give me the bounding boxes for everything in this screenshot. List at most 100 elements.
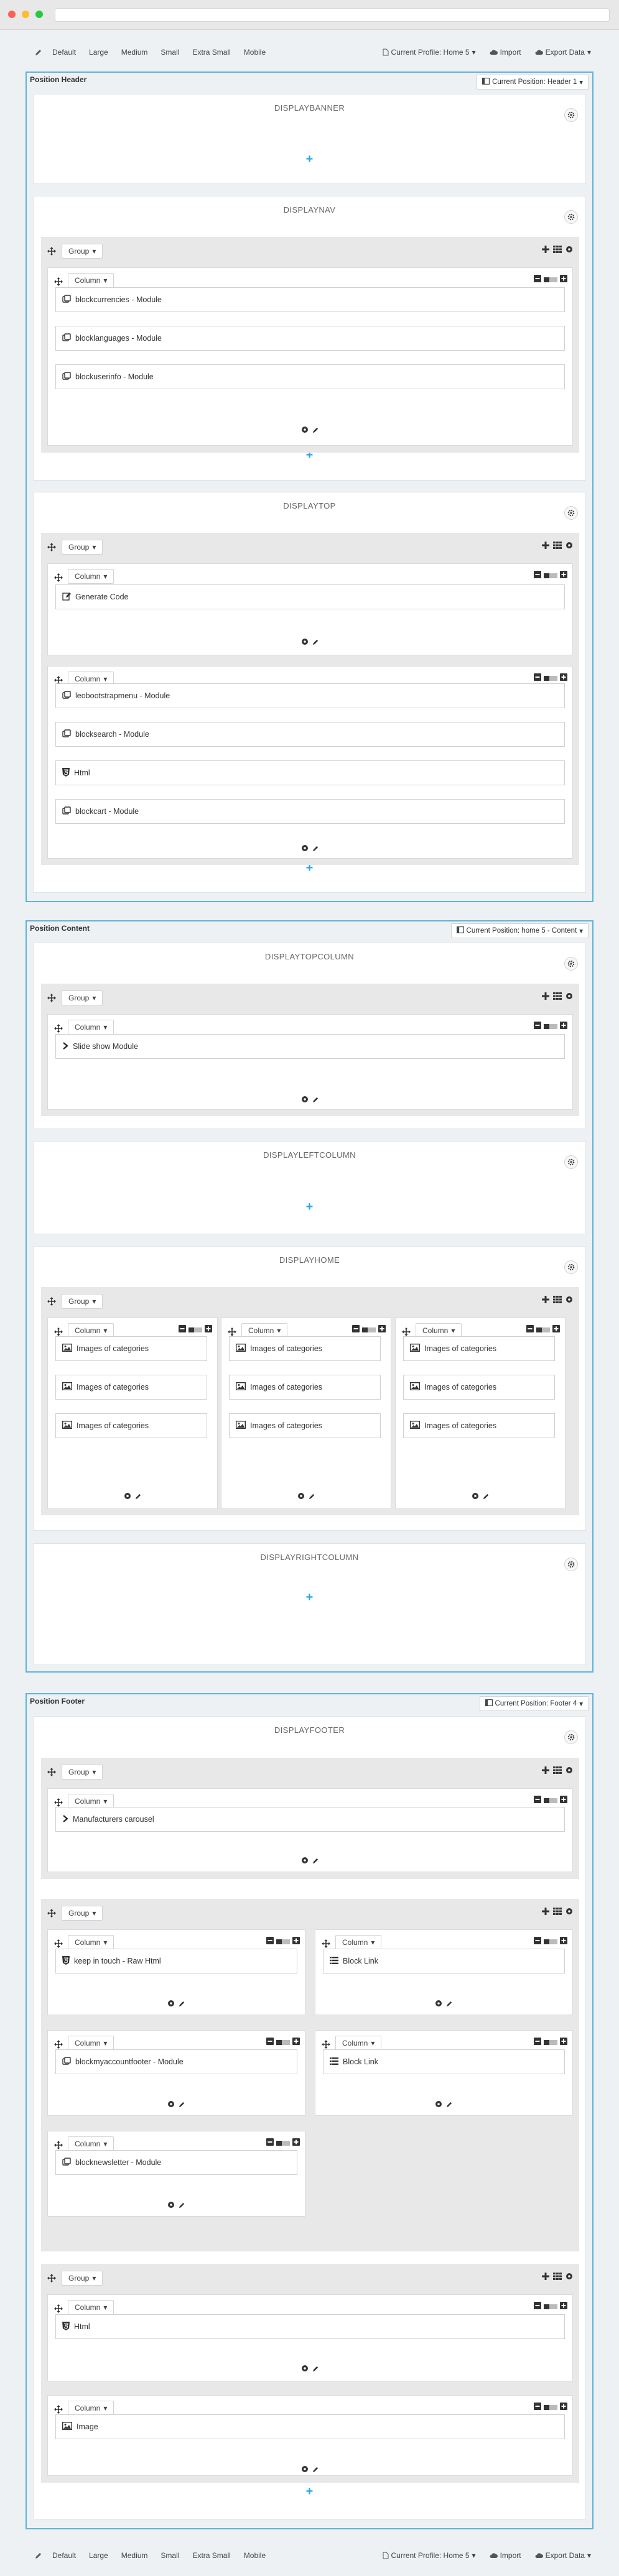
device-default[interactable]: Default [52,48,76,57]
group-settings-icon[interactable] [565,542,573,551]
column-layout-icon[interactable] [553,1766,562,1776]
add-widget-pen-icon[interactable] [312,427,319,435]
move-group-icon[interactable] [47,1908,57,1918]
device-default[interactable]: Default [52,2551,76,2560]
expand-column-icon[interactable] [378,1325,386,1334]
device-large[interactable]: Large [89,48,108,57]
hook-settings-gear-icon[interactable] [564,506,578,520]
group-dropdown[interactable]: Group ▾ [62,990,103,1005]
device-small[interactable]: Small [161,48,179,57]
column-dropdown[interactable]: Column ▾ [335,1935,382,1950]
module-item[interactable]: Manufacturers carousel [55,1807,565,1832]
device-small[interactable]: Small [161,2551,179,2560]
group-dropdown[interactable]: Group ▾ [62,2271,103,2286]
move-group-icon[interactable] [47,542,57,552]
column-dropdown[interactable]: Column ▾ [68,569,114,584]
column-dropdown[interactable]: Column ▾ [68,2036,114,2051]
add-widget-pen-icon[interactable] [312,845,319,854]
group-settings-icon[interactable] [565,1296,573,1305]
add-widget-pen-icon[interactable] [312,2365,319,2374]
column-layout-icon[interactable] [553,992,562,1002]
hook-settings-gear-icon[interactable] [564,108,578,122]
move-group-icon[interactable] [47,1296,57,1306]
hook-settings-gear-icon[interactable] [564,1558,578,1571]
module-item[interactable]: keep in touch - Raw Html [55,1949,297,1974]
module-item[interactable]: Images of categories [229,1413,381,1438]
column-settings-icon[interactable] [301,844,309,854]
module-item[interactable]: blockcart - Module [55,799,565,824]
add-widget-pen-icon[interactable] [309,1493,315,1502]
column-settings-icon[interactable] [435,2100,442,2110]
current-position-dropdown[interactable]: Current Position: Footer 4 ▾ [479,1696,589,1711]
move-column-icon[interactable] [54,1798,63,1807]
move-column-icon[interactable] [54,2140,63,2150]
group-settings-icon[interactable] [565,1766,573,1776]
add-group-button[interactable]: + [34,153,585,165]
add-widget-pen-icon[interactable] [179,2202,185,2210]
move-group-icon[interactable] [47,246,57,256]
column-settings-icon[interactable] [472,1492,479,1502]
profile-dropdown[interactable]: Current Profile: Home 5 ▾ [383,48,476,57]
module-item[interactable]: Images of categories [55,1375,207,1400]
expand-column-icon[interactable] [560,275,567,284]
add-widget-pen-icon[interactable] [312,2466,319,2475]
column-dropdown[interactable]: Column ▾ [68,273,114,288]
expand-column-icon[interactable] [560,673,567,683]
module-item[interactable]: blocknewsletter - Module [55,2150,297,2175]
shrink-column-icon[interactable] [534,1796,541,1805]
module-item[interactable]: blockmyaccountfooter - Module [55,2049,297,2074]
module-item[interactable]: Images of categories [403,1413,555,1438]
column-layout-icon[interactable] [553,1296,562,1305]
column-settings-icon[interactable] [301,1857,309,1866]
move-column-icon[interactable] [54,2304,63,2314]
close-window-icon[interactable] [8,11,16,18]
add-widget-pen-icon[interactable] [446,2000,453,2009]
add-group-button[interactable]: + [34,1591,585,1604]
add-group-button[interactable]: + [34,2485,585,2498]
column-layout-icon[interactable] [553,542,562,551]
group-dropdown[interactable]: Group ▾ [62,244,103,259]
add-widget-pen-icon[interactable] [446,2101,453,2110]
device-extra-small[interactable]: Extra Small [192,2551,230,2560]
shrink-column-icon[interactable] [534,275,541,284]
module-item[interactable]: blocklanguages - Module [55,326,565,351]
group-settings-icon[interactable] [565,2273,573,2282]
module-item[interactable]: Slide show Module [55,1034,565,1059]
device-medium[interactable]: Medium [121,2551,148,2560]
module-item[interactable]: blockuserinfo - Module [55,364,565,389]
column-dropdown[interactable]: Column ▾ [68,1020,114,1035]
column-dropdown[interactable]: Column ▾ [68,1935,114,1950]
group-dropdown[interactable]: Group ▾ [62,1906,103,1921]
hook-settings-gear-icon[interactable] [564,1155,578,1169]
column-settings-icon[interactable] [301,1096,309,1105]
move-column-icon[interactable] [54,1327,63,1337]
hook-settings-gear-icon[interactable] [564,1730,578,1744]
expand-column-icon[interactable] [560,2038,567,2047]
column-settings-icon[interactable] [301,426,309,435]
expand-column-icon[interactable] [292,1937,300,1946]
shrink-column-icon[interactable] [266,1937,274,1946]
hook-settings-gear-icon[interactable] [564,1260,578,1274]
group-settings-icon[interactable] [565,992,573,1002]
hook-settings-gear-icon[interactable] [564,210,578,224]
move-group-icon[interactable] [47,2273,57,2283]
add-column-icon[interactable] [542,2273,549,2282]
column-dropdown[interactable]: Column ▾ [68,2136,114,2151]
device-extra-small[interactable]: Extra Small [192,48,230,57]
move-column-icon[interactable] [54,573,63,583]
module-item[interactable]: Images of categories [229,1336,381,1361]
import-button[interactable]: Import [490,2551,521,2560]
add-widget-pen-icon[interactable] [179,2101,185,2110]
shrink-column-icon[interactable] [534,1022,541,1031]
add-column-icon[interactable] [542,246,549,255]
add-widget-pen-icon[interactable] [135,1493,142,1502]
expand-column-icon[interactable] [292,2138,300,2148]
add-column-icon[interactable] [542,542,549,551]
add-column-icon[interactable] [542,1908,549,1917]
move-column-icon[interactable] [54,1023,63,1033]
add-column-icon[interactable] [542,992,549,1002]
add-widget-pen-icon[interactable] [312,639,319,647]
import-button[interactable]: Import [490,48,521,57]
maximize-window-icon[interactable] [35,11,43,18]
current-position-dropdown[interactable]: Current Position: home 5 - Content ▾ [450,923,589,938]
